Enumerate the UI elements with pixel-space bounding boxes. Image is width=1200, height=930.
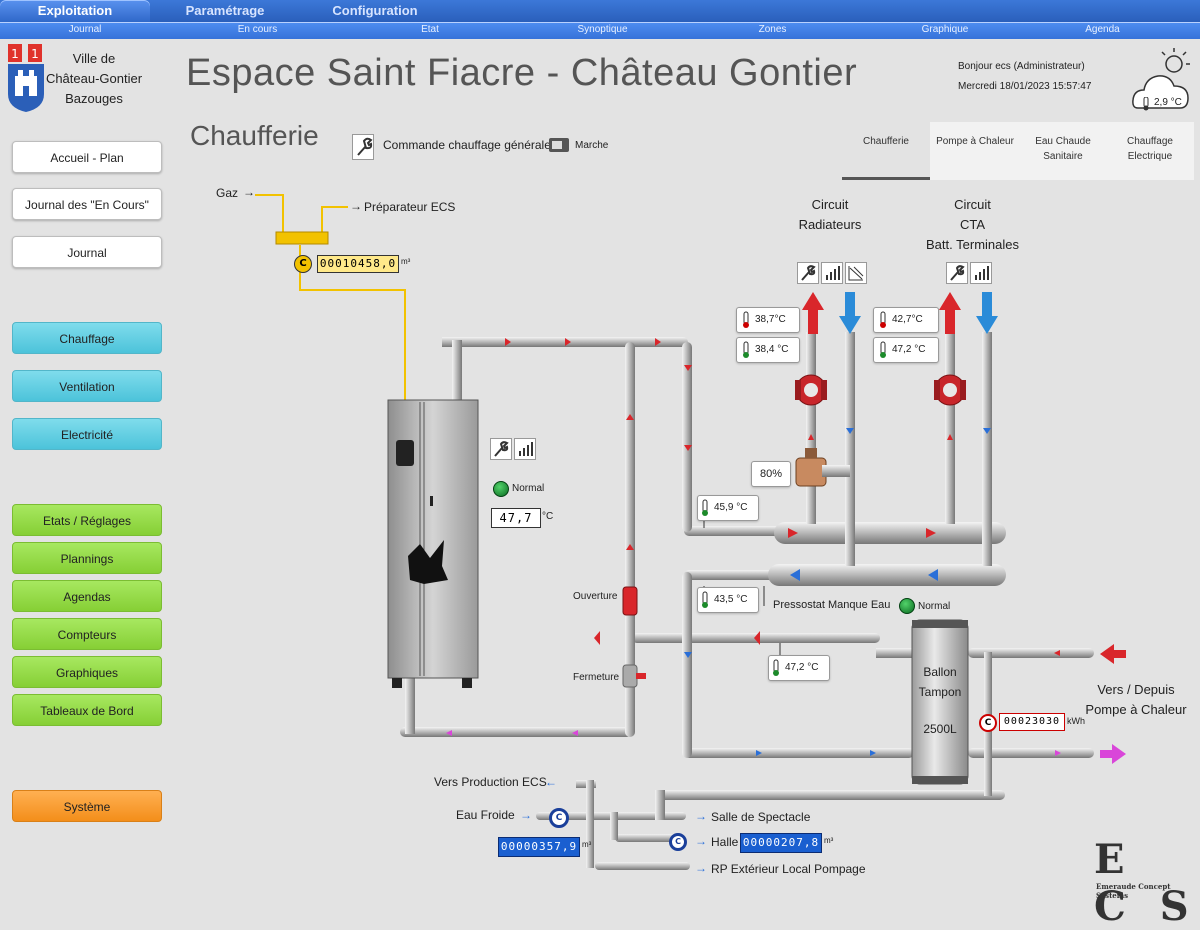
salle-spectacle-label: Salle de Spectacle [711,810,811,824]
cold-water-meter-icon: C [549,808,569,828]
eau-froide-arrow-icon: → [520,808,532,822]
halle-meter-unit: m³ [824,836,834,845]
boiler-settings-button[interactable] [490,438,512,460]
radiateurs-graph-button[interactable] [821,262,843,284]
vers-ecs-arrow-icon: ← [545,775,557,789]
cta-settings-button[interactable] [946,262,968,284]
radiateurs-settings-button[interactable] [797,262,819,284]
boiler-temperature-unit: °C [542,511,554,522]
gas-lines [255,194,406,400]
gaz-label: Gaz [216,186,239,200]
cta-graph-button[interactable] [970,262,992,284]
gas-meter-unit: m³ [401,257,411,266]
pressostat-label: Pressostat Manque Eau [773,599,891,611]
pressostat-status: Normal [918,601,951,612]
rp-arrow-icon: → [695,861,707,875]
valve-fermeture-icon [622,664,638,688]
boiler-icon [387,399,479,688]
gas-meter-icon: C [294,255,312,273]
gas-meter-value: 00010458,0 [317,255,399,273]
pump-radiateurs-icon [795,374,827,406]
thermometer-icon [878,311,888,333]
halle-label: Halle [711,835,739,849]
thermometer-icon [771,659,781,681]
valve-ouverture-icon [622,586,638,616]
ballon-capacity: 2500L [923,722,957,736]
radiateurs-depart-arrow [802,292,824,334]
cold-water-meter-value: 00000357,9 [498,837,580,857]
pump-cta-icon [934,374,966,406]
vers-ecs-label: Vers Production ECS [434,775,547,789]
thermometer-icon [741,341,751,363]
circuit-cta-label: Circuit CTA Batt. Terminales [926,197,1019,252]
gas-manifold [275,231,329,245]
radiateurs-retour-arrow [839,292,861,334]
thermometer-icon [700,499,710,521]
pressostat-status-light [899,598,915,614]
salle-arrow-icon: → [695,809,707,823]
cta-retour-arrow [976,292,998,334]
ecs-brand-tagline: Emeraude Concept Systems [1096,882,1171,900]
ballon-tampon-icon [911,619,969,785]
thermometer-icon [878,341,888,363]
halle-arrow-icon: → [695,834,707,848]
pac-out-arrow [1100,744,1126,764]
ouverture-label: Ouverture [573,591,618,602]
collector-cold [768,564,1006,586]
synoptic-diagram [255,194,1126,870]
thermometer-icon [741,311,751,333]
circuit-radiateurs-label: Circuit Radiateurs [798,197,862,232]
ballon-label: Ballon Tampon [918,665,962,699]
preparateur-ecs-label: Préparateur ECS [364,200,456,214]
boiler-graph-button[interactable] [514,438,536,460]
pac-label: Vers / Depuis Pompe à Chaleur [1085,682,1187,717]
halle-meter-value: 00000207,8 [740,833,822,853]
radiateurs-curve-button[interactable] [845,262,867,284]
thermometer-icon [700,591,710,613]
heat-meter-value: 00023030 [999,713,1065,731]
collector-hot [774,522,1006,544]
rp-exterieur-label: RP Extérieur Local Pompage [711,862,866,876]
fermeture-label: Fermeture [573,672,620,683]
cta-depart-arrow [939,292,961,334]
heat-meter-icon: C [979,714,997,732]
valve-opening-percent: 80% [751,461,791,487]
three-way-valve-icon [795,448,850,487]
gaz-arrow-icon: → [243,185,255,199]
boiler-status-light [493,481,509,497]
eau-froide-label: Eau Froide [456,808,515,822]
boiler-status: Normal [512,483,545,494]
cold-water-meter-unit: m³ [582,840,592,849]
boiler-temperature: 47,7 [491,508,541,528]
pac-in-arrow [1100,644,1126,664]
preparateur-arrow-icon: → [350,199,362,213]
halle-meter-icon: C [669,833,687,851]
